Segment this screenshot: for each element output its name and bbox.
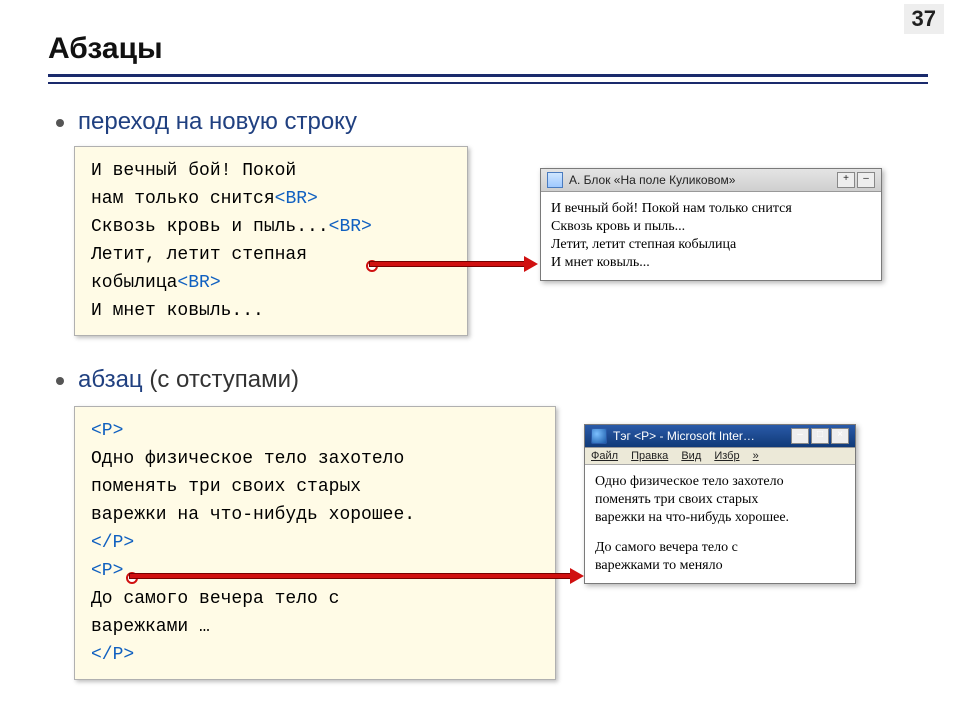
preview-line: До самого вечера тело с	[595, 539, 845, 557]
preview-line: Одно физическое тело захотело	[595, 473, 845, 491]
code-line: И вечный бой! Покой	[91, 161, 296, 181]
code-tag-br: <BR>	[329, 217, 372, 237]
code-line: До самого вечера тело с	[91, 589, 339, 609]
page-number: 37	[904, 4, 944, 34]
code-tag-br: <BR>	[177, 273, 220, 293]
preview-window-menubar: Файл Правка Вид Избр »	[585, 448, 855, 465]
minimize-button[interactable]: –	[791, 428, 809, 444]
page-title: Абзацы	[48, 32, 163, 66]
code-line: варежки на что-нибудь хорошее.	[91, 505, 415, 525]
code-line: кобылица	[91, 273, 177, 293]
preview-line: Летит, летит степная кобылица	[551, 236, 871, 254]
bullet-paragraph-em: абзац	[78, 366, 143, 393]
bullet-dot-icon	[56, 377, 64, 385]
menu-favorites[interactable]: Избр	[714, 450, 739, 462]
ie-icon	[591, 428, 607, 444]
bullet-paragraph: абзац (с отступами)	[56, 366, 299, 394]
preview-line: варежки на что-нибудь хорошее.	[595, 509, 845, 527]
preview-window-br: А. Блок «На поле Куликовом» + – И вечный…	[540, 168, 882, 281]
bullet-newline-text: переход на новую строку	[78, 108, 357, 135]
preview-window-p: Тэг <P> - Microsoft Inter… – □ × Файл Пр…	[584, 424, 856, 584]
preview-line: И вечный бой! Покой нам только снится	[551, 200, 871, 218]
title-underline	[48, 74, 928, 77]
document-icon	[547, 172, 563, 188]
preview-window-titlebar: Тэг <P> - Microsoft Inter… – □ ×	[585, 425, 855, 448]
menu-view[interactable]: Вид	[681, 450, 701, 462]
preview-line: И мнет ковыль...	[551, 254, 871, 272]
preview-window-body: И вечный бой! Покой нам только снится Ск…	[541, 192, 881, 280]
code-line: варежками …	[91, 617, 210, 637]
title-underline-2	[48, 82, 928, 84]
code-box-br: И вечный бой! Покой нам только снится<BR…	[74, 146, 468, 336]
code-tag-br: <BR>	[275, 189, 318, 209]
code-tag-p-open: <P>	[91, 561, 123, 581]
window-button[interactable]: –	[857, 172, 875, 188]
preview-window-title: А. Блок «На поле Куликовом»	[569, 173, 735, 187]
code-line: поменять три своих старых	[91, 477, 361, 497]
preview-line: варежками то меняло	[595, 557, 845, 575]
window-button[interactable]: +	[837, 172, 855, 188]
preview-window-body: Одно физическое тело захотело поменять т…	[585, 465, 855, 583]
preview-line: Сквозь кровь и пыль...	[551, 218, 871, 236]
bullet-dot-icon	[56, 119, 64, 127]
menu-file[interactable]: Файл	[591, 450, 618, 462]
code-tag-p-open: <P>	[91, 421, 123, 441]
bullet-paragraph-rest: (с отступами)	[143, 366, 299, 393]
code-tag-p-close: </P>	[91, 645, 134, 665]
code-line: И мнет ковыль...	[91, 301, 264, 321]
menu-more-icon[interactable]: »	[753, 450, 759, 462]
menu-edit[interactable]: Правка	[631, 450, 668, 462]
close-button[interactable]: ×	[831, 428, 849, 444]
code-tag-p-close: </P>	[91, 533, 134, 553]
preview-window-titlebar: А. Блок «На поле Куликовом» + –	[541, 169, 881, 192]
code-line: Одно физическое тело захотело	[91, 449, 404, 469]
code-box-p: <P> Одно физическое тело захотело поменя…	[74, 406, 556, 680]
bullet-newline: переход на новую строку	[56, 108, 357, 136]
code-line: нам только снится	[91, 189, 275, 209]
maximize-button[interactable]: □	[811, 428, 829, 444]
code-line: Летит, летит степная	[91, 245, 307, 265]
preview-line: поменять три своих старых	[595, 491, 845, 509]
code-line: Сквозь кровь и пыль...	[91, 217, 329, 237]
preview-window-title: Тэг <P> - Microsoft Inter…	[613, 429, 755, 443]
